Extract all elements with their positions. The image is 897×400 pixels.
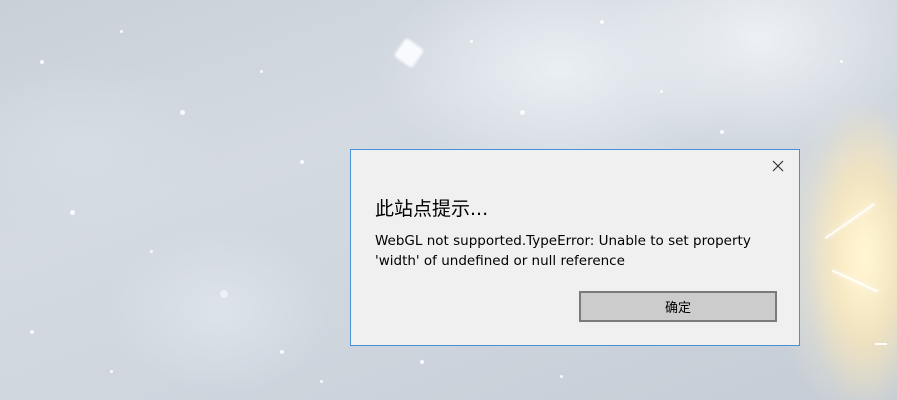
snow-particle	[40, 60, 44, 64]
snow-particle	[470, 40, 473, 43]
snow-particle	[720, 130, 724, 134]
close-button[interactable]	[767, 156, 789, 176]
snow-particle	[600, 20, 604, 24]
snow-particle	[260, 70, 263, 73]
snowflake-decoration	[393, 37, 425, 69]
snow-particle	[840, 60, 843, 63]
close-icon	[772, 157, 784, 176]
snow-particle	[560, 375, 563, 378]
snow-particle	[660, 90, 663, 93]
snow-particle	[420, 360, 424, 364]
ok-button[interactable]: 确定	[579, 291, 777, 322]
snow-particle	[70, 210, 75, 215]
alert-dialog: 此站点提示... WebGL not supported.TypeError: …	[350, 149, 800, 346]
snow-particle	[150, 250, 153, 253]
dialog-message: WebGL not supported.TypeError: Unable to…	[375, 233, 751, 269]
snow-particle	[30, 330, 34, 334]
dialog-title: 此站点提示...	[375, 198, 489, 220]
snow-particle	[220, 290, 228, 298]
light-glow-decoration	[810, 110, 897, 400]
snow-particle	[180, 110, 185, 115]
snow-particle	[520, 110, 525, 115]
snow-particle	[110, 370, 113, 373]
light-streak-decoration	[875, 343, 887, 345]
snow-particle	[320, 380, 323, 383]
snow-particle	[120, 30, 123, 33]
snow-particle	[300, 160, 304, 164]
browser-page-background: 此站点提示... WebGL not supported.TypeError: …	[0, 0, 897, 400]
snow-particle	[280, 350, 284, 354]
